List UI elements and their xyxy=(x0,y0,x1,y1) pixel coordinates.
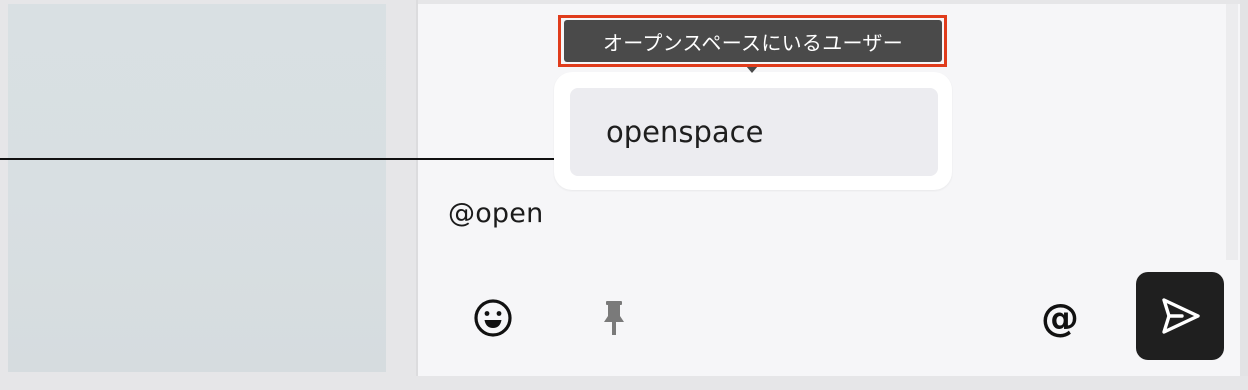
mention-button[interactable]: @ xyxy=(1034,292,1086,344)
mention-suggestion-label: openspace xyxy=(606,115,764,149)
left-panel-background xyxy=(8,4,386,372)
emoji-smile-icon xyxy=(474,299,512,337)
window-right-edge xyxy=(1240,0,1248,390)
window-bottom-edge xyxy=(0,376,1248,390)
mention-suggestion-item[interactable]: openspace xyxy=(570,88,938,176)
tooltip-highlight-box xyxy=(558,15,947,67)
emoji-button[interactable] xyxy=(469,294,517,342)
message-input[interactable]: @open xyxy=(448,198,543,229)
send-button[interactable] xyxy=(1136,272,1224,360)
pin-button[interactable] xyxy=(590,294,638,342)
tooltip-arrow xyxy=(746,66,758,73)
scrollbar-track[interactable] xyxy=(1226,4,1238,260)
app-frame: @open @ openspace オープンスペースにいるユーザー xyxy=(0,0,1248,390)
send-icon xyxy=(1162,298,1200,334)
mention-suggestion-popup: openspace xyxy=(554,72,952,190)
pin-icon xyxy=(604,301,624,335)
